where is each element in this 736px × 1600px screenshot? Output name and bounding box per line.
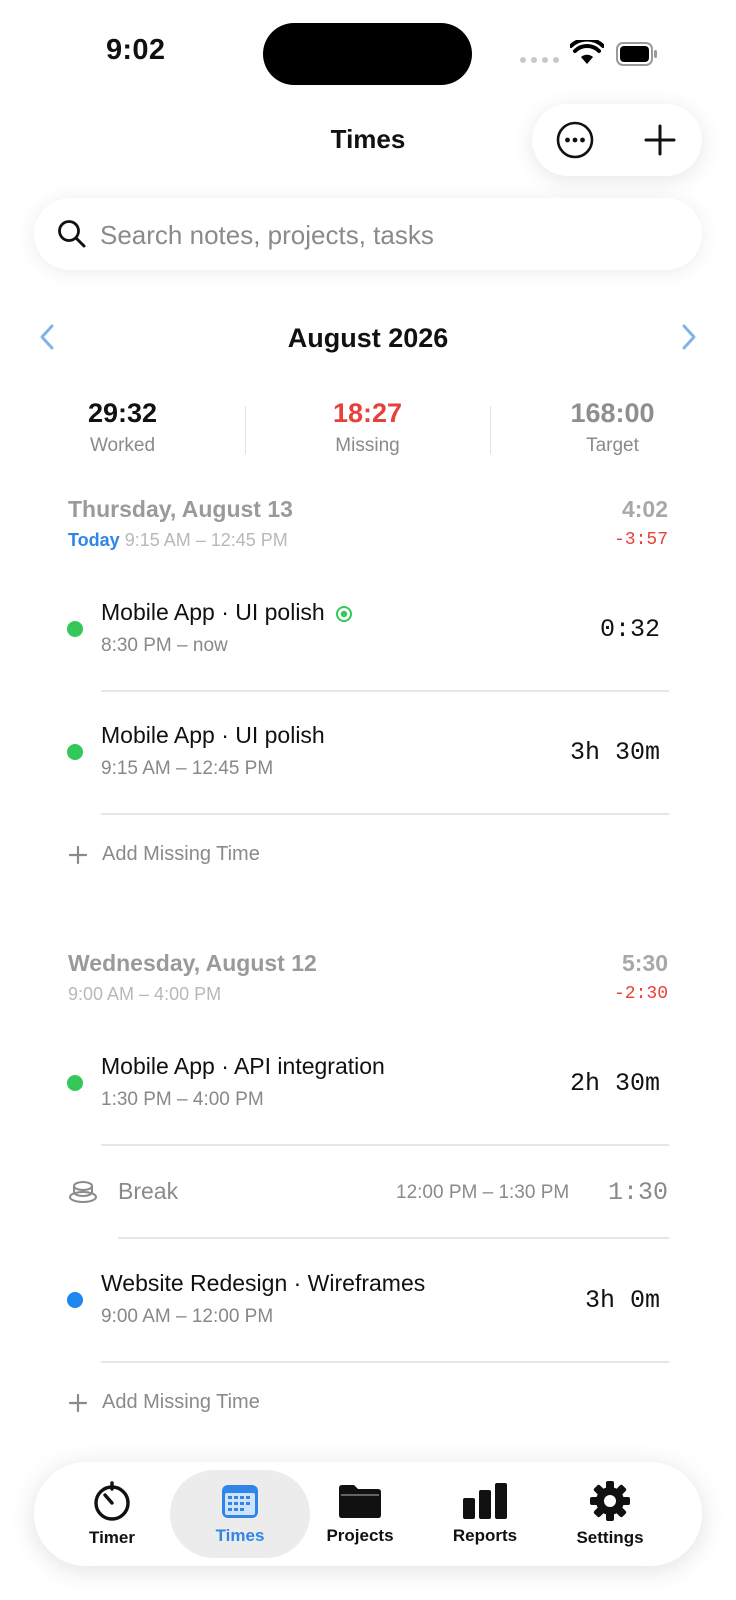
- tab-label: Settings: [576, 1528, 644, 1547]
- break-range: 12:00 PM – 1:30 PM: [396, 1182, 570, 1203]
- time-entry[interactable]: Mobile App · API integration 1:30 PM – 4…: [60, 1039, 680, 1127]
- project-color-dot: [67, 1075, 83, 1091]
- project-color-dot: [67, 621, 83, 637]
- coffee-cup-icon: [69, 1181, 97, 1203]
- entry-duration: 0:32: [599, 615, 660, 644]
- divider: [101, 813, 669, 815]
- gear-icon: [590, 1481, 630, 1521]
- divider: [118, 1237, 669, 1239]
- tab-projects[interactable]: Projects: [296, 1462, 424, 1566]
- entry-title: Mobile App · UI polish: [101, 722, 325, 748]
- search-icon: [58, 220, 86, 248]
- day-diff: -2:30: [613, 984, 668, 1004]
- tab-label: Timer: [89, 1528, 135, 1547]
- time-entry[interactable]: Mobile App · UI polish 9:15 AM – 12:45 P…: [60, 708, 680, 796]
- plus-icon: [68, 845, 88, 864]
- entry-duration: 2h 30m: [569, 1069, 660, 1098]
- entry-time: 1:30 PM – 4:00 PM: [101, 1089, 264, 1110]
- calendar-icon: [222, 1485, 258, 1518]
- day-range: 9:00 AM – 4:00 PM: [68, 984, 222, 1004]
- tab-settings[interactable]: Settings: [546, 1462, 674, 1566]
- running-indicator-icon: [336, 605, 353, 622]
- worked-label: Worked: [89, 435, 156, 456]
- timer-icon: [94, 1481, 130, 1521]
- day-range: 9:15 AM – 12:45 PM: [124, 530, 288, 550]
- folder-icon: [339, 1485, 381, 1518]
- tab-timer[interactable]: Timer: [48, 1462, 176, 1566]
- status-time: 9:02: [106, 34, 166, 66]
- dynamic-island: [263, 23, 472, 85]
- entry-duration: 3h 30m: [569, 738, 660, 767]
- divider: [101, 1144, 669, 1146]
- divider: [101, 690, 669, 692]
- day-title: Wednesday, August 12: [68, 950, 317, 976]
- add-missing-time-label: Add Missing Time: [102, 843, 260, 865]
- missing-summary: 18:27 Missing: [245, 398, 490, 457]
- entry-duration: 3h 0m: [584, 1286, 660, 1315]
- time-entry[interactable]: Website Redesign · Wireframes 9:00 AM – …: [60, 1256, 680, 1344]
- project-color-dot: [67, 1292, 83, 1308]
- target-summary: 168:00 Target: [490, 398, 735, 457]
- cellular-signal-icon: [520, 57, 559, 63]
- add-missing-time-label: Add Missing Time: [102, 1391, 260, 1413]
- add-button[interactable]: [617, 104, 702, 176]
- day-total: 5:30: [621, 950, 668, 976]
- tab-bar: Timer Times Projects Reports Settings: [34, 1462, 702, 1566]
- day-total: 4:02: [621, 496, 668, 522]
- target-value: 168:00: [570, 398, 655, 428]
- tab-label: Times: [215, 1526, 265, 1545]
- day-subtitle: Today 9:15 AM – 12:45 PM: [68, 530, 288, 551]
- more-icon: [556, 121, 593, 159]
- break-duration: 1:30: [608, 1178, 669, 1207]
- missing-label: Missing: [335, 435, 400, 456]
- tab-label: Reports: [452, 1526, 518, 1545]
- worked-value: 29:32: [87, 398, 158, 428]
- today-label: Today: [68, 530, 120, 550]
- break-row[interactable]: Break 12:00 PM – 1:30 PM 1:30: [60, 1160, 680, 1224]
- nav-actions: [532, 104, 702, 176]
- add-missing-time-button[interactable]: Add Missing Time: [68, 1391, 260, 1414]
- day-title: Thursday, August 13: [68, 496, 293, 522]
- wifi-icon: [570, 40, 604, 64]
- tab-reports[interactable]: Reports: [421, 1462, 549, 1566]
- next-month-chevron-icon[interactable]: [678, 322, 700, 352]
- worked-summary: 29:32 Worked: [0, 398, 245, 457]
- entry-title: Mobile App · API integration: [101, 1053, 385, 1079]
- entry-time: 9:15 AM – 12:45 PM: [101, 758, 274, 779]
- break-label: Break: [118, 1178, 179, 1204]
- tab-times[interactable]: Times: [176, 1462, 304, 1566]
- battery-icon: [616, 42, 657, 66]
- month-title: August 2026: [287, 323, 449, 353]
- entry-time: 8:30 PM – now: [101, 635, 228, 656]
- entry-title: Mobile App · UI polish: [101, 599, 353, 626]
- project-color-dot: [67, 744, 83, 760]
- entry-title: Website Redesign · Wireframes: [101, 1270, 426, 1296]
- day-diff: -3:57: [613, 530, 668, 550]
- add-missing-time-button[interactable]: Add Missing Time: [68, 843, 260, 866]
- plus-icon: [644, 124, 675, 156]
- search-bar: [34, 198, 702, 270]
- divider: [101, 1361, 669, 1363]
- missing-value: 18:27: [332, 398, 403, 428]
- bar-chart-icon: [463, 1483, 507, 1519]
- plus-icon: [68, 1393, 88, 1412]
- search-input[interactable]: [98, 214, 682, 256]
- entry-time: 9:00 AM – 12:00 PM: [101, 1306, 274, 1327]
- tab-label: Projects: [326, 1526, 394, 1545]
- more-button[interactable]: [532, 104, 617, 176]
- time-entry[interactable]: Mobile App · UI polish 8:30 PM – now 0:3…: [60, 585, 680, 673]
- target-label: Target: [586, 435, 639, 456]
